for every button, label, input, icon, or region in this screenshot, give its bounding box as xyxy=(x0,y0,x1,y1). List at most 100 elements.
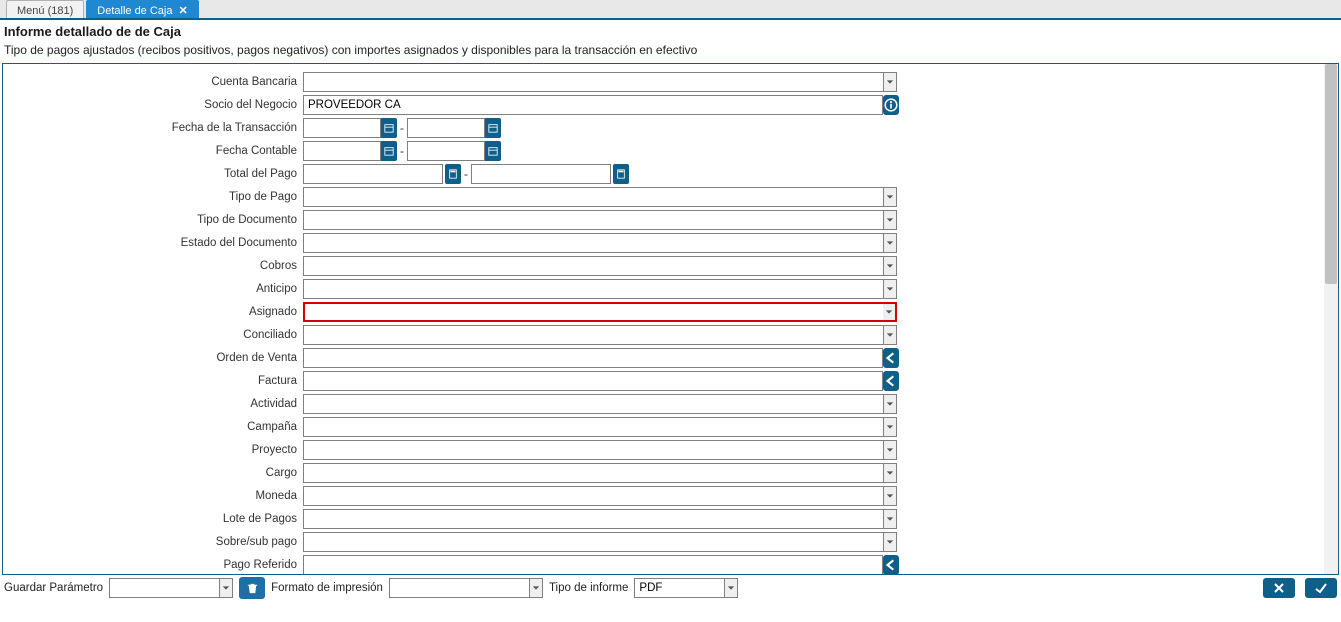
chevron-down-icon[interactable] xyxy=(219,578,233,598)
label-fecha-transaccion: Fecha de la Transacción xyxy=(3,122,303,134)
form-area: Cuenta Bancaria Socio del Negocio xyxy=(3,64,1324,574)
label-factura: Factura xyxy=(3,375,303,387)
calendar-icon[interactable] xyxy=(485,141,501,161)
chevron-down-icon[interactable] xyxy=(883,325,897,345)
cancel-button[interactable] xyxy=(1263,578,1295,598)
scrollbar-thumb[interactable] xyxy=(1325,64,1337,284)
chevron-down-icon[interactable] xyxy=(883,417,897,437)
label-tipo-informe: Tipo de informe xyxy=(549,582,628,594)
chevron-down-icon[interactable] xyxy=(883,463,897,483)
label-tipo-pago: Tipo de Pago xyxy=(3,191,303,203)
total-pago-from[interactable] xyxy=(303,164,443,184)
x-icon xyxy=(1272,581,1286,595)
chevron-down-icon[interactable] xyxy=(883,72,897,92)
pago-referido-input[interactable] xyxy=(303,555,883,574)
label-cuenta-bancaria: Cuenta Bancaria xyxy=(3,76,303,88)
chevron-down-icon[interactable] xyxy=(883,210,897,230)
chevron-down-icon[interactable] xyxy=(883,532,897,552)
tab-strip: Menú (181) Detalle de Caja ✕ xyxy=(0,0,1341,20)
footer-bar: Guardar Parámetro Formato de impresión T… xyxy=(0,575,1341,601)
formato-impresion-combo[interactable] xyxy=(389,578,529,598)
label-orden-venta: Orden de Venta xyxy=(3,352,303,364)
chevron-down-icon[interactable] xyxy=(883,256,897,276)
chevron-down-icon[interactable] xyxy=(529,578,543,598)
arrow-left-icon[interactable] xyxy=(883,348,899,368)
conciliado-combo[interactable] xyxy=(303,325,883,345)
orden-venta-input[interactable] xyxy=(303,348,883,368)
label-moneda: Moneda xyxy=(3,490,303,502)
label-lote-pagos: Lote de Pagos xyxy=(3,513,303,525)
socio-negocio-info-icon[interactable] xyxy=(883,95,899,115)
label-pago-referido: Pago Referido xyxy=(3,559,303,571)
label-asignado: Asignado xyxy=(3,306,303,318)
calendar-icon[interactable] xyxy=(381,118,397,138)
label-anticipo: Anticipo xyxy=(3,283,303,295)
asignado-combo[interactable] xyxy=(303,302,883,322)
lote-pagos-combo[interactable] xyxy=(303,509,883,529)
label-campana: Campaña xyxy=(3,421,303,433)
calendar-icon[interactable] xyxy=(381,141,397,161)
confirm-button[interactable] xyxy=(1305,578,1337,598)
chevron-down-icon[interactable] xyxy=(883,509,897,529)
tab-detalle-caja[interactable]: Detalle de Caja ✕ xyxy=(86,0,198,18)
range-sep: - xyxy=(397,121,407,135)
estado-documento-combo[interactable] xyxy=(303,233,883,253)
tab-menu[interactable]: Menú (181) xyxy=(6,0,84,18)
tab-detalle-label: Detalle de Caja xyxy=(97,5,172,17)
calendar-icon[interactable] xyxy=(485,118,501,138)
vertical-scrollbar[interactable] xyxy=(1324,64,1338,574)
fecha-trans-from[interactable] xyxy=(303,118,381,138)
tipo-documento-combo[interactable] xyxy=(303,210,883,230)
cobros-combo[interactable] xyxy=(303,256,883,276)
proyecto-combo[interactable] xyxy=(303,440,883,460)
chevron-down-icon[interactable] xyxy=(883,279,897,299)
arrow-left-icon[interactable] xyxy=(883,555,899,574)
check-icon xyxy=(1314,581,1328,595)
label-conciliado: Conciliado xyxy=(3,329,303,341)
label-fecha-contable: Fecha Contable xyxy=(3,145,303,157)
close-icon[interactable]: ✕ xyxy=(178,4,187,17)
fecha-cont-from[interactable] xyxy=(303,141,381,161)
calculator-icon[interactable] xyxy=(445,164,461,184)
range-sep: - xyxy=(397,144,407,158)
main-frame: Cuenta Bancaria Socio del Negocio xyxy=(2,63,1339,575)
label-sobre-sub-pago: Sobre/sub pago xyxy=(3,536,303,548)
socio-negocio-input[interactable] xyxy=(303,95,883,115)
arrow-left-icon[interactable] xyxy=(883,371,899,391)
label-socio-negocio: Socio del Negocio xyxy=(3,99,303,111)
label-estado-documento: Estado del Documento xyxy=(3,237,303,249)
chevron-down-icon[interactable] xyxy=(724,578,738,598)
delete-parameter-button[interactable] xyxy=(239,577,265,599)
fecha-cont-to[interactable] xyxy=(407,141,485,161)
calculator-icon[interactable] xyxy=(613,164,629,184)
label-cobros: Cobros xyxy=(3,260,303,272)
total-pago-to[interactable] xyxy=(471,164,611,184)
chevron-down-icon[interactable] xyxy=(883,486,897,506)
chevron-down-icon[interactable] xyxy=(883,233,897,253)
label-proyecto: Proyecto xyxy=(3,444,303,456)
label-formato-impresion: Formato de impresión xyxy=(271,582,383,594)
chevron-down-icon[interactable] xyxy=(883,394,897,414)
anticipo-combo[interactable] xyxy=(303,279,883,299)
label-tipo-documento: Tipo de Documento xyxy=(3,214,303,226)
page-title: Informe detallado de de Caja xyxy=(4,24,1337,39)
label-cargo: Cargo xyxy=(3,467,303,479)
chevron-down-icon[interactable] xyxy=(883,302,897,322)
campana-combo[interactable] xyxy=(303,417,883,437)
factura-input[interactable] xyxy=(303,371,883,391)
chevron-down-icon[interactable] xyxy=(883,440,897,460)
actividad-combo[interactable] xyxy=(303,394,883,414)
range-sep: - xyxy=(461,167,471,181)
sobre-sub-pago-combo[interactable] xyxy=(303,532,883,552)
trash-icon xyxy=(246,582,259,595)
fecha-trans-to[interactable] xyxy=(407,118,485,138)
cargo-combo[interactable] xyxy=(303,463,883,483)
tab-menu-label: Menú (181) xyxy=(17,5,73,17)
guardar-parametro-combo[interactable] xyxy=(109,578,219,598)
chevron-down-icon[interactable] xyxy=(883,187,897,207)
tipo-informe-combo[interactable] xyxy=(634,578,724,598)
cuenta-bancaria-combo[interactable] xyxy=(303,72,883,92)
moneda-combo[interactable] xyxy=(303,486,883,506)
tipo-pago-combo[interactable] xyxy=(303,187,883,207)
label-actividad: Actividad xyxy=(3,398,303,410)
